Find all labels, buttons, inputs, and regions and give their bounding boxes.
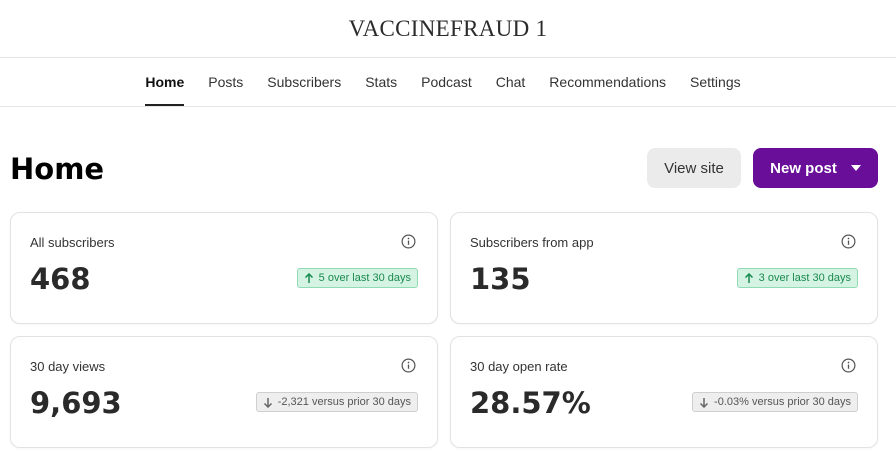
tab-settings[interactable]: Settings — [690, 58, 741, 106]
tab-podcast[interactable]: Podcast — [421, 58, 472, 106]
chevron-down-icon — [850, 165, 861, 171]
stat-card-30-day-open-rate[interactable]: 30 day open rate 28.57% -0.03% versus pr… — [450, 336, 878, 448]
trend-text: 5 over last 30 days — [318, 272, 411, 284]
tab-posts[interactable]: Posts — [208, 58, 243, 106]
trend-text: -0.03% versus prior 30 days — [714, 396, 851, 408]
stat-label: 30 day open rate — [470, 359, 568, 374]
arrow-down-icon — [700, 397, 709, 408]
trend-badge: 3 over last 30 days — [736, 268, 858, 288]
tab-stats[interactable]: Stats — [365, 58, 397, 106]
view-site-button[interactable]: View site — [647, 148, 741, 188]
stat-label: All subscribers — [30, 235, 115, 250]
new-post-button[interactable]: New post — [753, 148, 878, 188]
stat-value: 468 — [30, 262, 91, 296]
stat-card-30-day-views[interactable]: 30 day views 9,693 -2,321 versus prior 3… — [10, 336, 438, 448]
trend-text: 3 over last 30 days — [758, 272, 851, 284]
new-post-label: New post — [770, 159, 837, 177]
tab-recommendations[interactable]: Recommendations — [549, 58, 666, 106]
info-icon[interactable] — [841, 234, 856, 249]
tab-chat[interactable]: Chat — [496, 58, 526, 106]
tab-home[interactable]: Home — [145, 58, 184, 106]
info-icon[interactable] — [401, 358, 416, 373]
trend-badge: -0.03% versus prior 30 days — [692, 392, 858, 412]
page-header: Home View site New post — [10, 148, 878, 188]
trend-badge: 5 over last 30 days — [296, 268, 418, 288]
info-icon[interactable] — [841, 358, 856, 373]
info-icon[interactable] — [401, 234, 416, 249]
stat-value: 9,693 — [30, 386, 122, 420]
stat-card-all-subscribers[interactable]: All subscribers 468 5 over last 30 days — [10, 212, 438, 324]
stat-label: 30 day views — [30, 359, 106, 374]
page-title: Home — [10, 152, 105, 186]
tab-subscribers[interactable]: Subscribers — [267, 58, 341, 106]
stat-label: Subscribers from app — [470, 235, 594, 250]
stat-card-subscribers-from-app[interactable]: Subscribers from app 135 3 over last 30 … — [450, 212, 878, 324]
arrow-up-icon — [744, 272, 753, 283]
stat-value: 28.57% — [470, 386, 591, 420]
dashboard-nav: Home Posts Subscribers Stats Podcast Cha… — [0, 58, 896, 107]
publication-title[interactable]: VACCINEFRAUD 1 — [349, 16, 548, 42]
arrow-down-icon — [263, 397, 272, 408]
publication-header: VACCINEFRAUD 1 — [0, 0, 896, 58]
trend-text: -2,321 versus prior 30 days — [277, 396, 411, 408]
arrow-up-icon — [304, 272, 313, 283]
stat-value: 135 — [470, 262, 531, 296]
trend-badge: -2,321 versus prior 30 days — [255, 392, 418, 412]
